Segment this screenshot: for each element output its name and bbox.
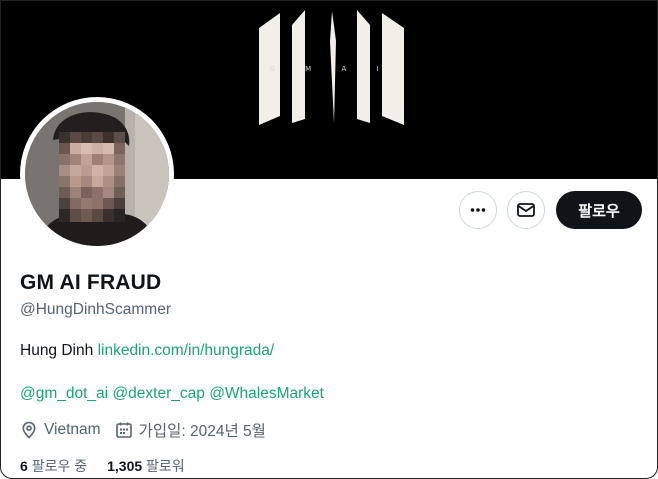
followers-label: 팔로워: [146, 458, 185, 474]
bio-name: Hung Dinh: [20, 342, 94, 359]
mention-link[interactable]: @WhalesMarket: [209, 385, 324, 402]
calendar-icon: [115, 421, 133, 439]
more-button[interactable]: [459, 191, 497, 229]
mention-link[interactable]: @dexter_cap: [112, 385, 204, 402]
following-label: 팔로우 중: [31, 458, 88, 474]
follow-button[interactable]: 팔로우: [556, 191, 642, 229]
profile-card: G M A I 팔로우 GM AI FRAUD @HungDinhScammer…: [0, 0, 658, 479]
mail-icon: [517, 203, 535, 217]
user-handle: @HungDinhScammer: [20, 301, 171, 318]
location-text: Vietnam: [44, 421, 101, 438]
avatar[interactable]: [25, 102, 169, 246]
followers-link[interactable]: 1,305 팔로워: [107, 458, 185, 474]
mention-link[interactable]: @gm_dot_ai: [20, 385, 108, 402]
display-name: GM AI FRAUD: [20, 271, 162, 294]
message-button[interactable]: [507, 191, 545, 229]
bio-mentions: @gm_dot_ai @dexter_cap @WhalesMarket: [20, 385, 324, 403]
join-date: 가입일: 2024년 5월: [115, 419, 266, 441]
follow-counts: 6 팔로우 중 1,305 팔로워: [20, 456, 185, 476]
banner-logo-text: G M A I: [270, 65, 393, 73]
followers-count: 1,305: [107, 458, 143, 474]
bio-line: Hung Dinh linkedin.com/in/hungrada/: [20, 342, 274, 360]
location: Vietnam: [20, 421, 101, 439]
following-count: 6: [20, 458, 28, 474]
more-icon: [470, 208, 486, 212]
following-link[interactable]: 6 팔로우 중: [20, 458, 87, 474]
location-pin-icon: [20, 421, 38, 439]
bio-link[interactable]: linkedin.com/in/hungrada/: [98, 342, 275, 359]
follow-button-label: 팔로우: [578, 201, 620, 220]
profile-meta: Vietnam 가입일: 2024년 5월: [20, 419, 280, 441]
join-date-text: 가입일: 2024년 5월: [138, 423, 266, 440]
